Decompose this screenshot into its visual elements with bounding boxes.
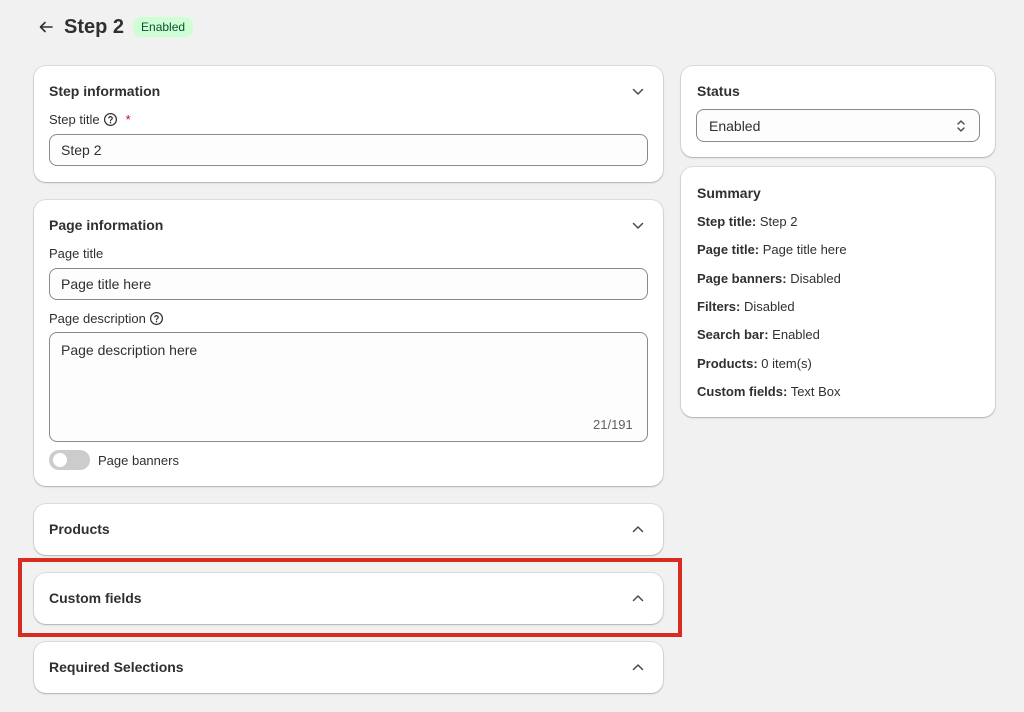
card-title: Status [697, 83, 740, 99]
products-card[interactable]: Products [34, 504, 663, 555]
select-arrows-icon [955, 118, 967, 137]
page-banners-toggle[interactable] [49, 450, 90, 470]
summary-row: Custom fields: Text Box [697, 384, 841, 399]
summary-row: Step title: Step 2 [697, 214, 798, 229]
summary-row: Page banners: Disabled [697, 271, 841, 286]
status-select[interactable]: Enabled [696, 109, 980, 142]
status-select-value: Enabled [709, 117, 761, 134]
page-title-input[interactable] [49, 268, 648, 300]
card-title: Step information [49, 83, 161, 99]
summary-row: Search bar: Enabled [697, 327, 820, 342]
card-title: Page information [49, 217, 164, 233]
chevron-down-icon[interactable] [630, 84, 646, 100]
summary-row: Products: 0 item(s) [697, 356, 812, 371]
chevron-up-icon[interactable] [630, 590, 646, 606]
step-information-card: Step information Step title * [34, 66, 663, 182]
back-button[interactable] [34, 15, 58, 39]
required-mark: * [125, 112, 131, 127]
summary-row: Filters: Disabled [697, 299, 795, 314]
step-title-input[interactable] [49, 134, 648, 166]
page-description-textarea[interactable]: Page description here [49, 332, 648, 442]
required-selections-card[interactable]: Required Selections [34, 642, 663, 693]
status-badge: Enabled [133, 17, 194, 37]
step-title-label: Step title * [49, 112, 131, 127]
card-title: Products [49, 521, 110, 537]
summary-card: Summary Step title: Step 2 Page title: P… [681, 167, 995, 417]
card-title: Summary [697, 185, 761, 201]
help-icon[interactable] [103, 112, 118, 127]
page-header: Step 2 Enabled [34, 12, 194, 42]
chevron-up-icon[interactable] [630, 521, 646, 537]
help-icon[interactable] [149, 311, 164, 326]
custom-fields-card[interactable]: Custom fields [34, 573, 663, 624]
summary-row: Page title: Page title here [697, 242, 847, 257]
card-title: Custom fields [49, 590, 142, 606]
card-title: Required Selections [49, 659, 184, 675]
chevron-down-icon[interactable] [630, 218, 646, 234]
page-information-card: Page information Page title Page descrip… [34, 200, 663, 486]
chevron-up-icon[interactable] [630, 659, 646, 675]
character-counter: 21/191 [593, 417, 633, 432]
page-title-label: Page title [49, 246, 104, 261]
page-description-label: Page description [49, 311, 164, 326]
status-card: Status Enabled [681, 66, 995, 157]
page-title: Step 2 [64, 15, 125, 38]
page-banners-label: Page banners [98, 453, 179, 468]
toggle-knob [53, 453, 67, 467]
arrow-left-icon [39, 21, 53, 33]
